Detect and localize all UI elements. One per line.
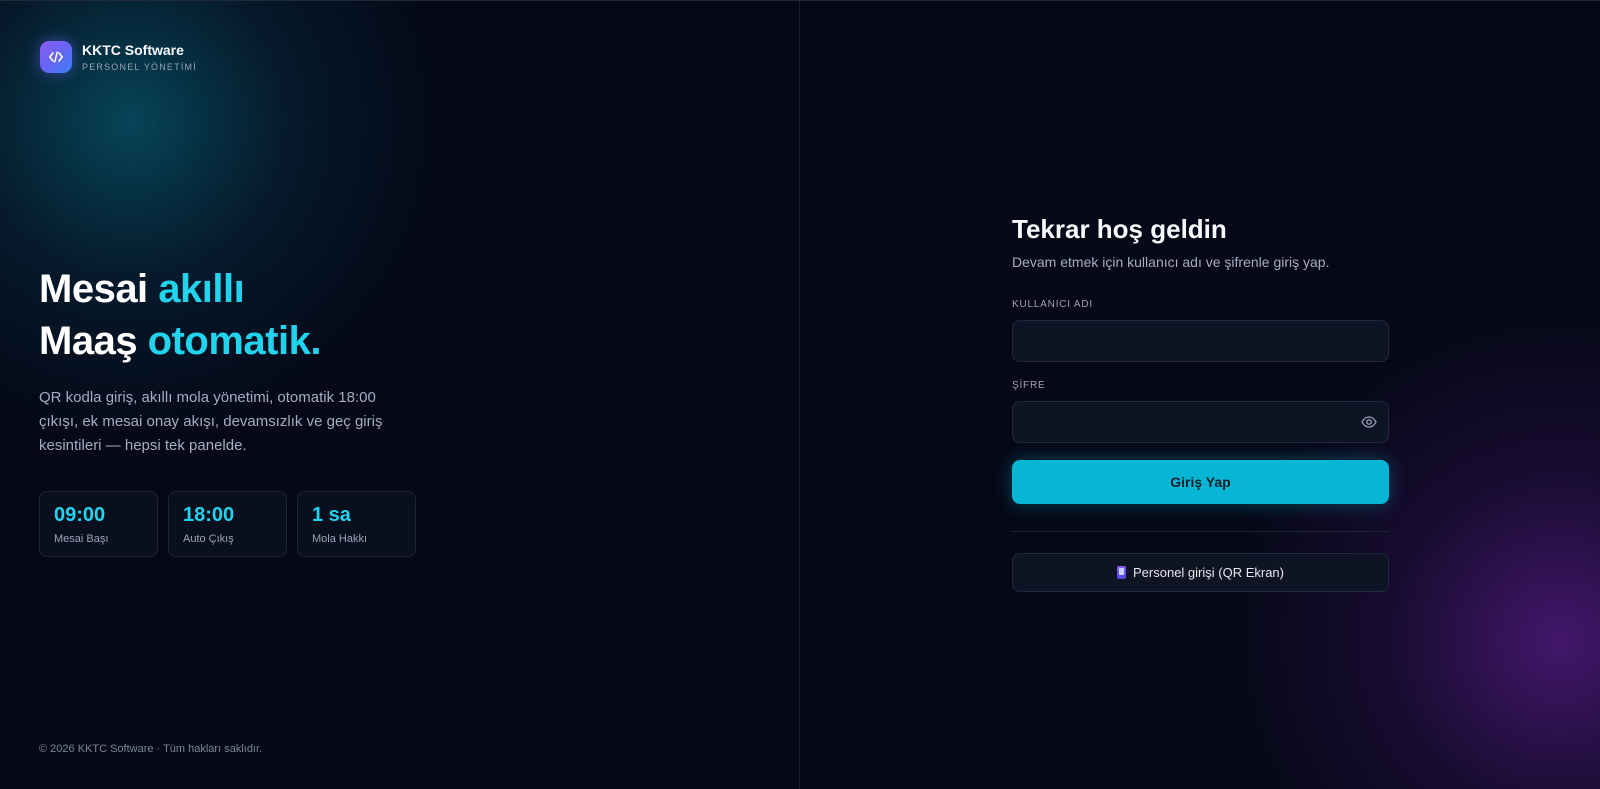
hero-line-1-text: Mesai	[39, 267, 159, 311]
info-panel: KKTC Software PERSONEL YÖNETİMİ Mesai ak…	[0, 1, 800, 789]
hero-description: QR kodla giriş, akıllı mola yönetimi, ot…	[39, 389, 383, 454]
password-field-wrapper	[1012, 401, 1389, 443]
form-divider	[1012, 531, 1389, 532]
phone-icon	[1117, 566, 1126, 579]
login-page: KKTC Software PERSONEL YÖNETİMİ Mesai ak…	[0, 0, 1600, 789]
stat-value: 1 sa	[312, 504, 351, 526]
username-field-wrapper	[1012, 320, 1389, 362]
brand-name: KKTC Software	[82, 42, 184, 58]
hero-line-2-accent: otomatik.	[147, 319, 322, 363]
stats-row: 09:00 Mesai Başı 18:00 Auto Çıkış 1 sa M…	[39, 491, 416, 557]
login-panel: Tekrar hoş geldin Devam etmek için kulla…	[800, 1, 1600, 789]
hero: Mesai akıllı Maaş otomatik. QR kodla gir…	[39, 263, 459, 458]
brand-subtitle: PERSONEL YÖNETİMİ	[82, 62, 197, 72]
stat-value: 18:00	[183, 504, 235, 526]
stat-label: Auto Çıkış	[183, 533, 234, 545]
code-icon	[40, 41, 72, 73]
username-label: KULLANICI ADI	[1012, 299, 1093, 310]
login-submit-button[interactable]: Giriş Yap	[1012, 460, 1389, 504]
login-title: Tekrar hoş geldin	[1012, 214, 1227, 244]
login-subtitle: Devam etmek için kullanıcı adı ve şifren…	[1012, 254, 1330, 270]
hero-line-2-text: Maaş	[39, 319, 148, 363]
stat-card-auto-cikis: 18:00 Auto Çıkış	[168, 491, 287, 557]
brand-text: KKTC Software PERSONEL YÖNETİMİ	[82, 41, 197, 73]
stat-card-mola-hakki: 1 sa Mola Hakkı	[297, 491, 416, 557]
brand: KKTC Software PERSONEL YÖNETİMİ	[40, 41, 197, 73]
footer-copyright: © 2026 KKTC Software · Tüm hakları saklı…	[39, 743, 263, 755]
qr-login-label: Personel girişi (QR Ekran)	[1133, 565, 1284, 580]
eye-icon[interactable]	[1360, 414, 1378, 430]
password-input[interactable]	[1012, 401, 1389, 443]
username-input[interactable]	[1012, 320, 1389, 362]
hero-headline-line-2: Maaş otomatik.	[39, 315, 459, 367]
stat-card-mesai-basi: 09:00 Mesai Başı	[39, 491, 158, 557]
password-label: ŞİFRE	[1012, 380, 1046, 391]
stat-label: Mesai Başı	[54, 533, 109, 545]
qr-login-button[interactable]: Personel girişi (QR Ekran)	[1012, 553, 1389, 592]
login-form: Tekrar hoş geldin Devam etmek için kulla…	[1012, 213, 1389, 592]
hero-headline-line-1: Mesai akıllı	[39, 263, 459, 315]
hero-line-1-accent: akıllı	[158, 267, 245, 311]
stat-label: Mola Hakkı	[312, 533, 368, 545]
stat-value: 09:00	[54, 504, 106, 526]
